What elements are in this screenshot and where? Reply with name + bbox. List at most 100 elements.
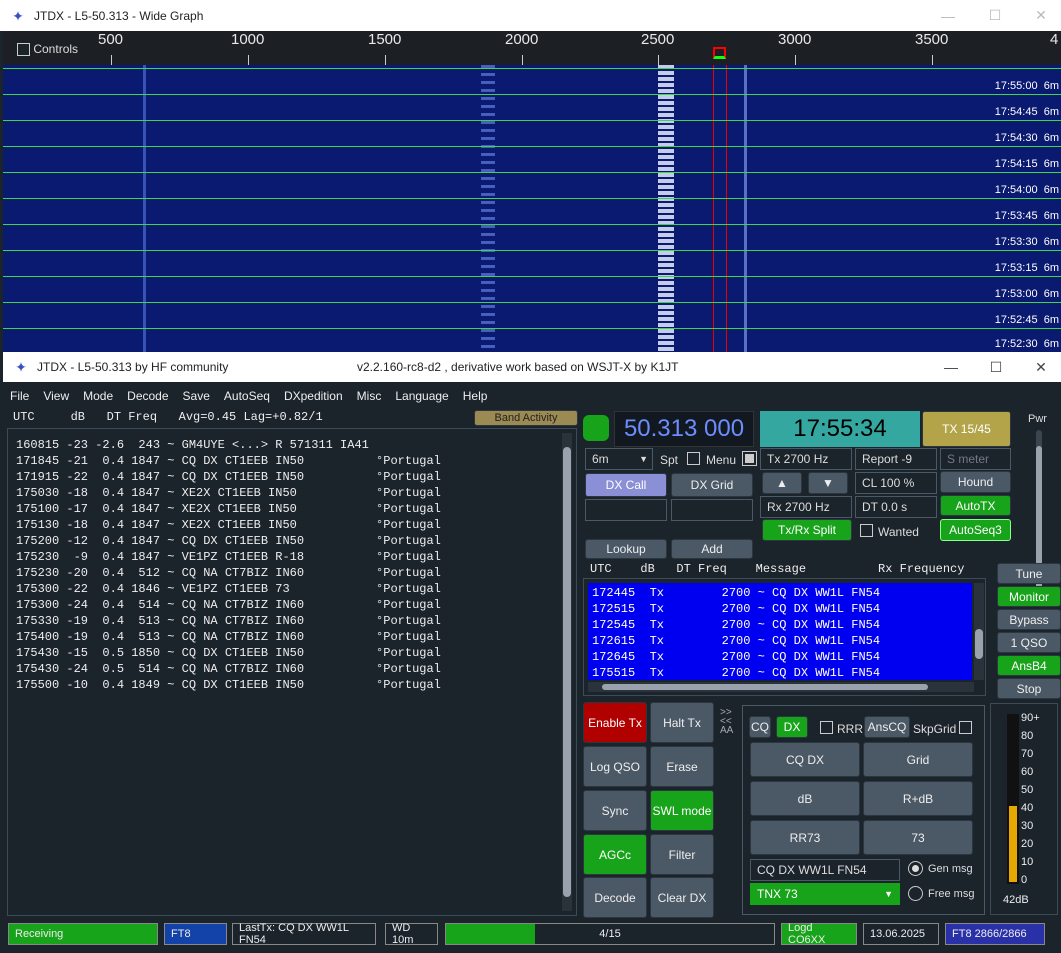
list-item[interactable]: 175130 -18 0.4 1847 ~ XE2X CT1EEB IN50 °… bbox=[16, 517, 576, 533]
menu-save[interactable]: Save bbox=[176, 389, 217, 403]
rx-frequency-list[interactable]: 172445 Tx 2700 ~ CQ DX WW1L FN54 172515 … bbox=[588, 583, 972, 680]
free-msg-radio[interactable] bbox=[908, 886, 923, 901]
rrr-checkbox[interactable] bbox=[820, 721, 833, 734]
list-item[interactable]: 175430 -24 0.5 514 ~ CQ NA CT7BIZ IN60 °… bbox=[16, 661, 576, 677]
maximize-icon[interactable]: ☐ bbox=[972, 0, 1018, 31]
list-item[interactable]: 175200 -12 0.4 1847 ~ CQ DX CT1EEB IN50 … bbox=[16, 533, 576, 549]
freq-up-button[interactable]: ▲ bbox=[762, 472, 802, 494]
frequency-scale[interactable]: Controls 500 1000 1500 2000 2500 3000 35… bbox=[3, 31, 1061, 65]
enable-tx-button[interactable]: Enable Tx bbox=[583, 702, 647, 743]
list-item[interactable]: 171915 -22 0.4 1847 ~ CQ DX CT1EEB IN50 … bbox=[16, 469, 576, 485]
list-item[interactable]: 172645 Tx 2700 ~ CQ DX WW1L FN54 bbox=[592, 649, 972, 665]
msg-rr73-button[interactable]: RR73 bbox=[750, 820, 860, 855]
report-field[interactable]: Report -9 bbox=[855, 448, 937, 470]
list-item[interactable]: 175030 -18 0.4 1847 ~ XE2X CT1EEB IN50 °… bbox=[16, 485, 576, 501]
menu-decode[interactable]: Decode bbox=[120, 389, 175, 403]
decode-button[interactable]: Decode bbox=[583, 877, 647, 918]
list-item[interactable]: 172445 Tx 2700 ~ CQ DX WW1L FN54 bbox=[592, 585, 972, 601]
list-item[interactable]: 175500 -10 0.4 1849 ~ CQ DX CT1EEB IN50 … bbox=[16, 677, 576, 693]
msg-73-button[interactable]: 73 bbox=[863, 820, 973, 855]
dt-field[interactable]: DT 0.0 s bbox=[855, 496, 937, 518]
msg-cq-dx-button[interactable]: CQ DX bbox=[750, 742, 860, 777]
waterfall[interactable]: 17:55:00 6m 17:54:45 6m 17:54:30 6m 17:5… bbox=[3, 65, 1061, 352]
gen-msg-radio[interactable] bbox=[908, 861, 923, 876]
horizontal-scrollbar[interactable] bbox=[588, 682, 974, 692]
autotx-button[interactable]: AutoTX bbox=[940, 495, 1011, 516]
halt-tx-button[interactable]: Halt Tx bbox=[650, 702, 714, 743]
dx-call-button[interactable]: DX Call bbox=[585, 473, 667, 497]
clear-dx-button[interactable]: Clear DX bbox=[650, 877, 714, 918]
maximize-icon[interactable]: ☐ bbox=[973, 352, 1019, 382]
sync-button[interactable]: Sync bbox=[583, 790, 647, 831]
menu-autoseq[interactable]: AutoSeq bbox=[217, 389, 277, 403]
band-select[interactable]: 6m ▼ bbox=[585, 448, 653, 470]
anscq-button[interactable]: AnsCQ bbox=[864, 716, 910, 738]
menu-help[interactable]: Help bbox=[456, 389, 495, 403]
controls-checkbox[interactable] bbox=[17, 43, 30, 57]
dx-grid-input[interactable] bbox=[671, 499, 753, 521]
list-item[interactable]: 160815 -23 -2.6 243 ~ GM4UYE <...> R 571… bbox=[16, 437, 576, 453]
add-button[interactable]: Add bbox=[671, 539, 753, 559]
agcc-button[interactable]: AGCc bbox=[583, 834, 647, 875]
monitor-button[interactable]: Monitor bbox=[997, 586, 1061, 607]
rx-frequency-field[interactable]: Rx 2700 Hz bbox=[760, 496, 852, 518]
list-item[interactable]: 175300 -24 0.4 514 ~ CQ NA CT7BIZ IN60 °… bbox=[16, 597, 576, 613]
cq-button[interactable]: CQ bbox=[749, 716, 771, 738]
close-icon[interactable]: ✕ bbox=[1018, 352, 1061, 382]
list-item[interactable]: 175100 -17 0.4 1847 ~ XE2X CT1EEB IN50 °… bbox=[16, 501, 576, 517]
tx-frequency-marker[interactable] bbox=[713, 47, 726, 59]
lookup-button[interactable]: Lookup bbox=[585, 539, 667, 559]
menu-mode[interactable]: Mode bbox=[76, 389, 120, 403]
sequence-arrows-icon[interactable]: >> << AA bbox=[720, 708, 740, 738]
menu-checkbox[interactable] bbox=[742, 451, 757, 466]
list-item[interactable]: 175430 -15 0.5 1850 ~ CQ DX CT1EEB IN50 … bbox=[16, 645, 576, 661]
list-item[interactable]: 175400 -19 0.4 513 ~ CQ NA CT7BIZ IN60 °… bbox=[16, 629, 576, 645]
close-icon[interactable]: ✕ bbox=[1018, 0, 1061, 31]
menu-file[interactable]: File bbox=[3, 389, 36, 403]
band-activity-list[interactable]: 160815 -23 -2.6 243 ~ GM4UYE <...> R 571… bbox=[7, 428, 577, 916]
msg-grid-button[interactable]: Grid bbox=[863, 742, 973, 777]
msg-rdb-button[interactable]: R+dB bbox=[863, 781, 973, 816]
menu-view[interactable]: View bbox=[36, 389, 76, 403]
swl-mode-button[interactable]: SWL mode bbox=[650, 790, 714, 831]
list-item[interactable]: 175230 -9 0.4 1847 ~ VE1PZ CT1EEB R-18 °… bbox=[16, 549, 576, 565]
log-qso-button[interactable]: Log QSO bbox=[583, 746, 647, 787]
dx-grid-button[interactable]: DX Grid bbox=[671, 473, 753, 497]
dx-button[interactable]: DX bbox=[776, 716, 808, 738]
tx-period-button[interactable]: TX 15/45 bbox=[922, 411, 1011, 447]
scrollbar[interactable] bbox=[974, 583, 984, 680]
stop-button[interactable]: Stop bbox=[997, 678, 1061, 699]
frequency-display[interactable]: 50.313 000 bbox=[614, 411, 754, 447]
tx-frequency-field[interactable]: Tx 2700 Hz bbox=[760, 448, 852, 470]
list-item[interactable]: 171845 -21 0.4 1847 ~ CQ DX CT1EEB IN50 … bbox=[16, 453, 576, 469]
list-item[interactable]: 175330 -19 0.4 513 ~ CQ NA CT7BIZ IN60 °… bbox=[16, 613, 576, 629]
freq-down-button[interactable]: ▼ bbox=[808, 472, 848, 494]
ansb4-button[interactable]: AnsB4 bbox=[997, 655, 1061, 676]
generated-message-field[interactable]: CQ DX WW1L FN54 bbox=[750, 859, 900, 881]
rx-frequency-panel[interactable]: 172445 Tx 2700 ~ CQ DX WW1L FN54 172515 … bbox=[583, 578, 986, 696]
list-item[interactable]: 172545 Tx 2700 ~ CQ DX WW1L FN54 bbox=[592, 617, 972, 633]
filter-button[interactable]: Filter bbox=[650, 834, 714, 875]
wanted-checkbox[interactable] bbox=[860, 524, 873, 537]
autoseq3-button[interactable]: AutoSeq3 bbox=[940, 519, 1011, 541]
erase-button[interactable]: Erase bbox=[650, 746, 714, 787]
smeter-field[interactable]: S meter bbox=[940, 448, 1011, 470]
msg-db-button[interactable]: dB bbox=[750, 781, 860, 816]
controls-toggle[interactable]: Controls bbox=[17, 42, 78, 57]
list-item[interactable]: 175230 -20 0.4 512 ~ CQ NA CT7BIZ IN60 °… bbox=[16, 565, 576, 581]
hound-button[interactable]: Hound bbox=[940, 471, 1011, 493]
bypass-button[interactable]: Bypass bbox=[997, 609, 1061, 630]
menu-misc[interactable]: Misc bbox=[350, 389, 389, 403]
menu-dxpedition[interactable]: DXpedition bbox=[277, 389, 350, 403]
free-message-select[interactable]: TNX 73 ▼ bbox=[750, 883, 900, 905]
list-item[interactable]: 172515 Tx 2700 ~ CQ DX WW1L FN54 bbox=[592, 601, 972, 617]
minimize-icon[interactable]: — bbox=[925, 0, 971, 31]
tx-rx-split-button[interactable]: Tx/Rx Split bbox=[762, 519, 852, 541]
scrollbar[interactable] bbox=[562, 433, 572, 911]
minimize-icon[interactable]: — bbox=[928, 352, 974, 382]
scrollbar-thumb[interactable] bbox=[563, 447, 571, 897]
menu-language[interactable]: Language bbox=[388, 389, 455, 403]
list-item[interactable]: 175300 -22 0.4 1846 ~ VE1PZ CT1EEB 73 °P… bbox=[16, 581, 576, 597]
skpgrid-checkbox[interactable] bbox=[959, 721, 972, 734]
list-item[interactable]: 172615 Tx 2700 ~ CQ DX WW1L FN54 bbox=[592, 633, 972, 649]
